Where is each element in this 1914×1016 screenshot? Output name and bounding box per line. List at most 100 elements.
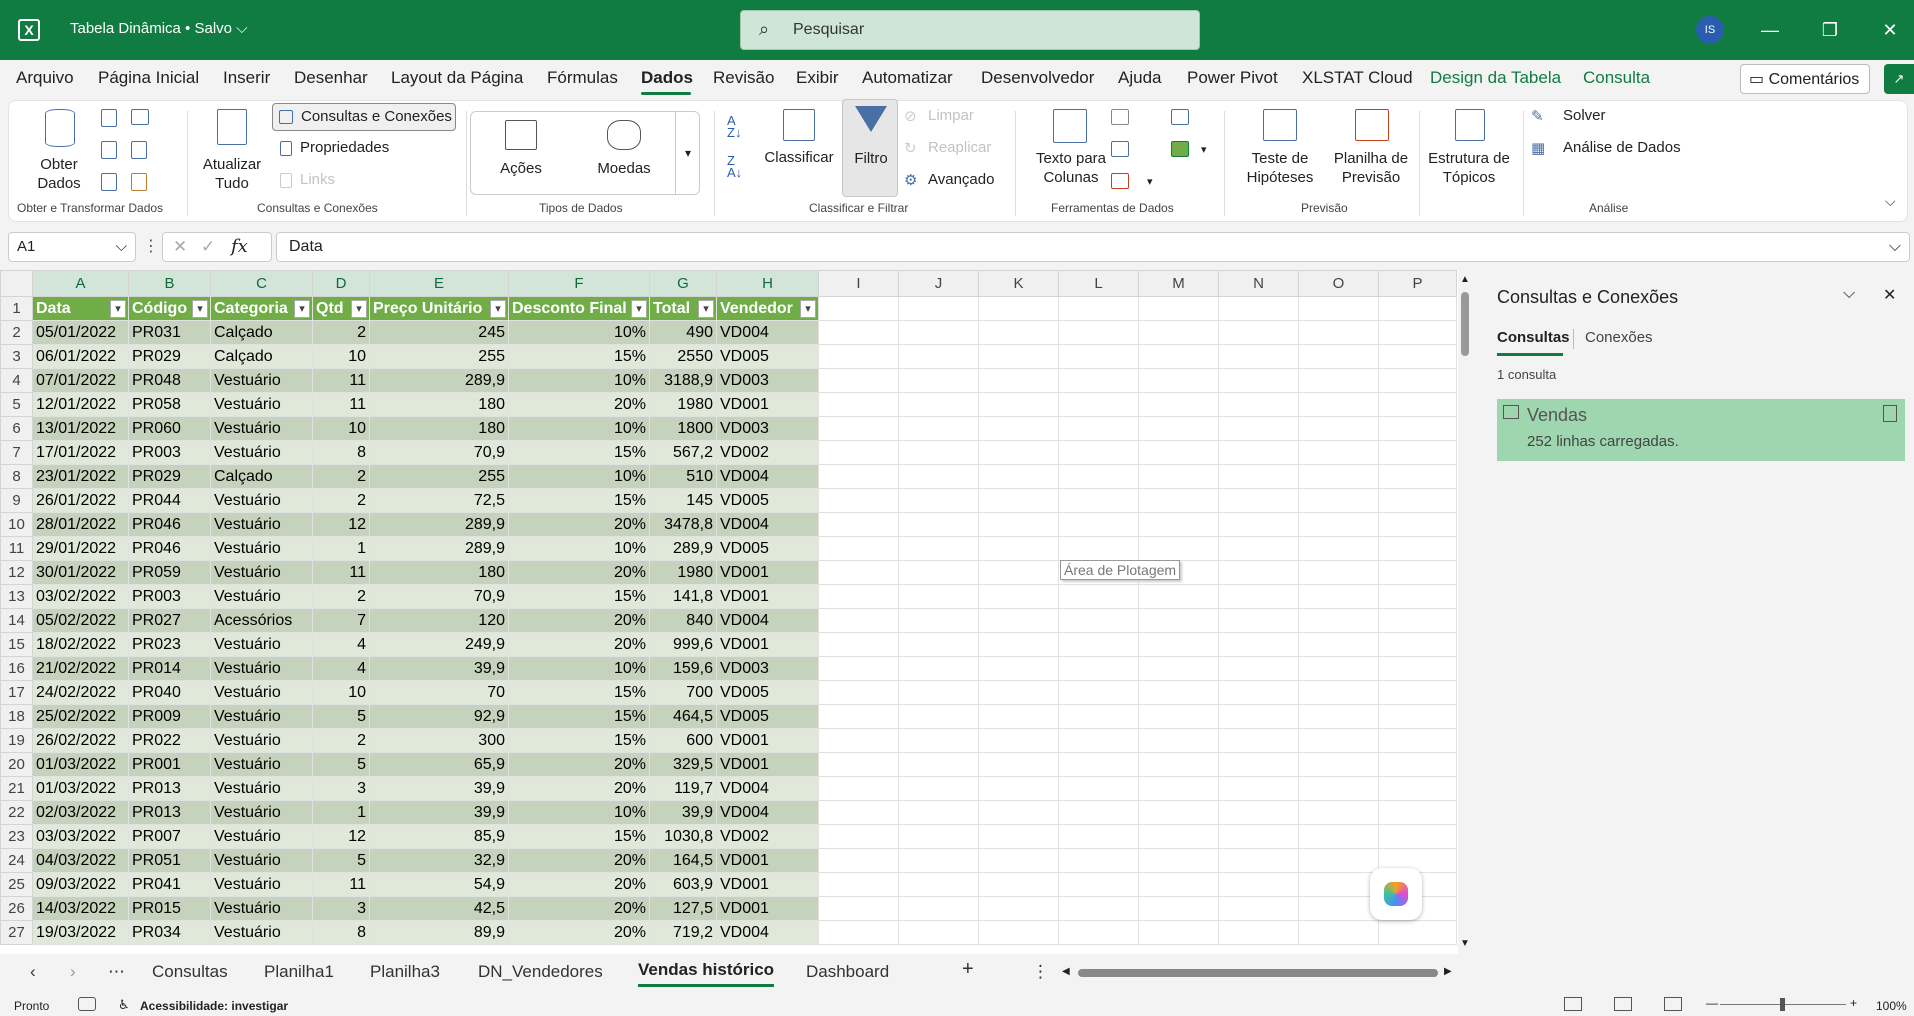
table-cell[interactable]: Vestuário xyxy=(210,656,313,681)
empty-cell[interactable] xyxy=(1218,560,1299,585)
table-header-cell[interactable]: Total xyxy=(649,296,717,321)
table-cell[interactable]: Vestuário xyxy=(210,536,313,561)
table-cell[interactable]: 10 xyxy=(312,416,370,441)
table-cell[interactable]: 70 xyxy=(369,680,509,705)
table-cell[interactable]: Vestuário xyxy=(210,752,313,777)
table-cell[interactable]: 15% xyxy=(508,704,650,729)
empty-cell[interactable] xyxy=(898,512,979,537)
empty-cell[interactable] xyxy=(1298,776,1379,801)
table-header-cell[interactable]: Vendedor xyxy=(716,296,819,321)
empty-cell[interactable] xyxy=(898,848,979,873)
empty-cell[interactable] xyxy=(818,728,899,753)
empty-cell[interactable] xyxy=(1138,848,1219,873)
column-header[interactable]: P xyxy=(1378,270,1457,297)
empty-cell[interactable] xyxy=(1058,680,1139,705)
empty-cell[interactable] xyxy=(1058,416,1139,441)
empty-cell[interactable] xyxy=(1138,728,1219,753)
table-cell[interactable]: 2 xyxy=(312,728,370,753)
row-header[interactable]: 18 xyxy=(0,704,33,729)
empty-cell[interactable] xyxy=(1218,920,1299,945)
empty-cell[interactable] xyxy=(978,344,1059,369)
table-cell[interactable]: PR031 xyxy=(128,320,211,345)
row-header[interactable]: 10 xyxy=(0,512,33,537)
table-cell[interactable]: 02/03/2022 xyxy=(32,800,129,825)
table-cell[interactable]: VD004 xyxy=(716,320,819,345)
empty-cell[interactable] xyxy=(818,848,899,873)
empty-cell[interactable] xyxy=(1298,824,1379,849)
empty-cell[interactable] xyxy=(1298,632,1379,657)
empty-cell[interactable] xyxy=(1298,464,1379,489)
empty-cell[interactable] xyxy=(1058,872,1139,897)
cancel-icon[interactable]: ✕ xyxy=(173,237,187,257)
empty-cell[interactable] xyxy=(1058,704,1139,729)
table-cell[interactable]: 10% xyxy=(508,320,650,345)
table-cell[interactable]: 8 xyxy=(312,440,370,465)
table-cell[interactable]: 255 xyxy=(369,464,509,489)
empty-cell[interactable] xyxy=(1138,632,1219,657)
menu-layout[interactable]: Layout da Página xyxy=(391,68,523,88)
ribbon-collapse-icon[interactable]: ⌵ xyxy=(1885,193,1896,210)
empty-cell[interactable] xyxy=(898,800,979,825)
table-cell[interactable]: 700 xyxy=(649,680,717,705)
table-cell[interactable]: Vestuário xyxy=(210,560,313,585)
empty-cell[interactable] xyxy=(1138,752,1219,777)
empty-cell[interactable] xyxy=(1138,368,1219,393)
table-cell[interactable]: 120 xyxy=(369,608,509,633)
empty-cell[interactable] xyxy=(1138,488,1219,513)
empty-cell[interactable] xyxy=(818,488,899,513)
table-cell[interactable]: PR014 xyxy=(128,656,211,681)
empty-cell[interactable] xyxy=(818,536,899,561)
table-cell[interactable]: VD004 xyxy=(716,608,819,633)
table-cell[interactable]: PR022 xyxy=(128,728,211,753)
table-cell[interactable]: 490 xyxy=(649,320,717,345)
empty-cell[interactable] xyxy=(1298,584,1379,609)
horizontal-scrollbar[interactable]: ◀ ▶ xyxy=(1060,966,1460,980)
scroll-up-icon[interactable]: ▲ xyxy=(1460,274,1470,285)
row-header[interactable]: 14 xyxy=(0,608,33,633)
zoom-level[interactable]: 100% xyxy=(1876,999,1907,1013)
empty-cell[interactable] xyxy=(1298,848,1379,873)
what-if-button[interactable]: Teste de Hipóteses xyxy=(1235,107,1325,197)
properties-button[interactable]: Propriedades xyxy=(272,135,422,163)
table-cell[interactable]: 70,9 xyxy=(369,440,509,465)
empty-cell[interactable] xyxy=(1378,368,1457,393)
table-cell[interactable]: 10 xyxy=(312,344,370,369)
empty-cell[interactable] xyxy=(1298,440,1379,465)
table-cell[interactable]: 20% xyxy=(508,392,650,417)
table-cell[interactable]: 8 xyxy=(312,920,370,945)
close-icon[interactable]: ✕ xyxy=(1860,0,1914,60)
empty-cell[interactable] xyxy=(898,824,979,849)
name-box[interactable]: A1 ⌵ xyxy=(8,232,136,262)
empty-cell[interactable] xyxy=(1138,512,1219,537)
row-header[interactable]: 2 xyxy=(0,320,33,345)
empty-cell[interactable] xyxy=(1218,728,1299,753)
empty-cell[interactable] xyxy=(978,920,1059,945)
table-cell[interactable]: 180 xyxy=(369,560,509,585)
empty-cell[interactable] xyxy=(818,320,899,345)
edit-query-icon[interactable] xyxy=(1883,405,1897,422)
table-cell[interactable]: 1 xyxy=(312,536,370,561)
hscroll-thumb[interactable] xyxy=(1078,969,1438,977)
table-cell[interactable]: 24/02/2022 xyxy=(32,680,129,705)
empty-cell[interactable] xyxy=(978,704,1059,729)
empty-cell[interactable] xyxy=(1298,416,1379,441)
empty-cell[interactable] xyxy=(978,320,1059,345)
empty-cell[interactable] xyxy=(1378,632,1457,657)
empty-cell[interactable] xyxy=(1378,728,1457,753)
empty-cell[interactable] xyxy=(978,848,1059,873)
table-cell[interactable]: 10% xyxy=(508,656,650,681)
table-cell[interactable]: VD001 xyxy=(716,584,819,609)
empty-cell[interactable] xyxy=(1058,608,1139,633)
table-cell[interactable]: 180 xyxy=(369,416,509,441)
links-button[interactable]: Links xyxy=(272,167,372,195)
empty-cell[interactable] xyxy=(1298,920,1379,945)
empty-cell[interactable] xyxy=(818,440,899,465)
empty-cell[interactable] xyxy=(1298,800,1379,825)
empty-cell[interactable] xyxy=(1218,656,1299,681)
empty-cell[interactable] xyxy=(818,872,899,897)
empty-cell[interactable] xyxy=(978,632,1059,657)
table-cell[interactable]: VD005 xyxy=(716,488,819,513)
empty-cell[interactable] xyxy=(1138,896,1219,921)
table-cell[interactable]: 05/02/2022 xyxy=(32,608,129,633)
table-cell[interactable]: PR007 xyxy=(128,824,211,849)
